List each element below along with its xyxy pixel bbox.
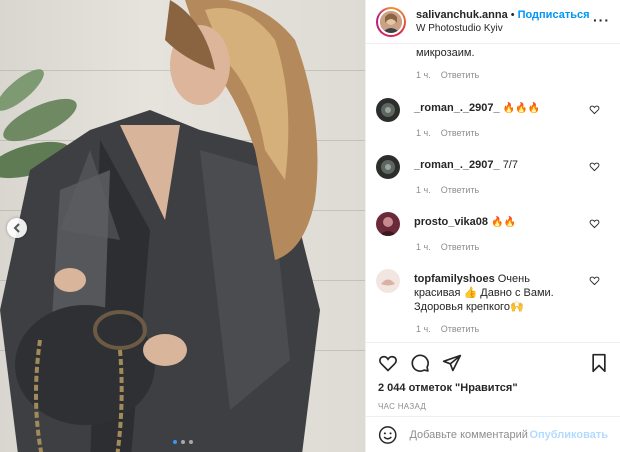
comment-meta: 1 ч. Ответить bbox=[416, 70, 610, 80]
comment-meta: 1 ч. Ответить bbox=[416, 324, 610, 334]
carousel-dot bbox=[180, 440, 185, 444]
reply-button[interactable]: Ответить bbox=[441, 185, 479, 195]
post-time: ЧАС НАЗАД bbox=[378, 402, 427, 411]
likes-count[interactable]: 2 044 отметок "Нравится" bbox=[378, 382, 608, 394]
commenter-username[interactable]: prosto_vika08 bbox=[414, 216, 488, 228]
reply-button[interactable]: Ответить bbox=[441, 128, 479, 138]
comment-text: 7/7 bbox=[502, 159, 518, 171]
comment-text: микрозаим. bbox=[416, 47, 475, 59]
comments-list: микрозаим. 1 ч. Ответить _roman_._2907_ … bbox=[366, 44, 620, 341]
publish-button[interactable]: Опубликовать bbox=[529, 429, 608, 441]
comment-text: 🔥🔥 bbox=[491, 217, 516, 228]
comment-time: 1 ч. bbox=[416, 185, 431, 195]
comment-time: 1 ч. bbox=[416, 128, 431, 138]
comment-input[interactable] bbox=[409, 428, 530, 441]
avatar-image bbox=[376, 269, 400, 293]
avatar-image bbox=[376, 212, 400, 236]
avatar-image bbox=[376, 155, 400, 179]
like-comment-heart-icon[interactable] bbox=[589, 104, 600, 115]
commenter-username[interactable]: _roman_._2907_ bbox=[414, 159, 500, 171]
like-comment-heart-icon[interactable] bbox=[589, 275, 600, 286]
comment-time: 1 ч. bbox=[416, 70, 431, 80]
like-heart-icon[interactable] bbox=[378, 353, 398, 373]
post-actions: 2 044 отметок "Нравится" ЧАС НАЗАД bbox=[366, 342, 620, 411]
carousel-prev-button[interactable] bbox=[7, 218, 27, 238]
avatar-image bbox=[380, 10, 402, 33]
avatar-image bbox=[376, 98, 400, 122]
carousel-indicator bbox=[0, 440, 365, 444]
comment-item: prosto_vika08 🔥🔥 1 ч. Ответить bbox=[376, 212, 610, 252]
comment-meta: 1 ч. Ответить bbox=[416, 128, 610, 138]
post-photo[interactable] bbox=[0, 0, 365, 452]
share-paper-plane-icon[interactable] bbox=[442, 353, 462, 373]
carousel-dot bbox=[188, 440, 193, 444]
reply-button[interactable]: Ответить bbox=[441, 70, 479, 80]
author-avatar[interactable] bbox=[376, 6, 406, 37]
chevron-left-icon bbox=[13, 223, 20, 233]
carousel-dot bbox=[172, 440, 177, 444]
commenter-avatar[interactable] bbox=[376, 269, 400, 293]
header-separator: • bbox=[510, 8, 515, 21]
comment-item: _roman_._2907_ 7/7 1 ч. Ответить bbox=[376, 155, 610, 195]
commenter-avatar[interactable] bbox=[376, 212, 400, 236]
commenter-avatar[interactable] bbox=[376, 155, 400, 179]
comment-meta: 1 ч. Ответить bbox=[416, 242, 610, 252]
comment-meta: 1 ч. Ответить bbox=[416, 185, 610, 195]
bookmark-icon[interactable] bbox=[590, 353, 608, 373]
add-comment-bar: Опубликовать bbox=[366, 416, 620, 452]
emoji-smiley-icon[interactable] bbox=[378, 425, 397, 445]
commenter-username[interactable]: topfamilyshoes bbox=[414, 273, 495, 285]
model-hair bbox=[165, 0, 318, 260]
comment-bubble-icon[interactable] bbox=[410, 353, 430, 373]
like-comment-heart-icon[interactable] bbox=[589, 218, 600, 229]
comment-text: 🔥🔥🔥 bbox=[502, 103, 541, 114]
comment-item: topfamilyshoes Очень красивая 👍 Давно с … bbox=[376, 269, 610, 334]
comment-item: _roman_._2907_ 🔥🔥🔥 1 ч. Ответить bbox=[376, 98, 610, 138]
post-header: salivanchuk.anna • Подписаться W Photostud… bbox=[366, 0, 620, 44]
more-options-button[interactable]: ··· bbox=[593, 12, 610, 28]
commenter-avatar[interactable] bbox=[376, 98, 400, 122]
follow-button[interactable]: Подписаться bbox=[518, 9, 590, 21]
commenter-username[interactable]: _roman_._2907_ bbox=[414, 102, 500, 114]
author-username[interactable]: salivanchuk.anna bbox=[416, 9, 508, 21]
reply-button[interactable]: Ответить bbox=[441, 242, 479, 252]
comment-time: 1 ч. bbox=[416, 242, 431, 252]
post-location[interactable]: W Photostudio Kyiv bbox=[416, 22, 593, 36]
comment-time: 1 ч. bbox=[416, 324, 431, 334]
like-comment-heart-icon[interactable] bbox=[589, 161, 600, 172]
post-side-panel: salivanchuk.anna • Подписаться W Photostud… bbox=[365, 0, 620, 452]
reply-button[interactable]: Ответить bbox=[441, 324, 479, 334]
